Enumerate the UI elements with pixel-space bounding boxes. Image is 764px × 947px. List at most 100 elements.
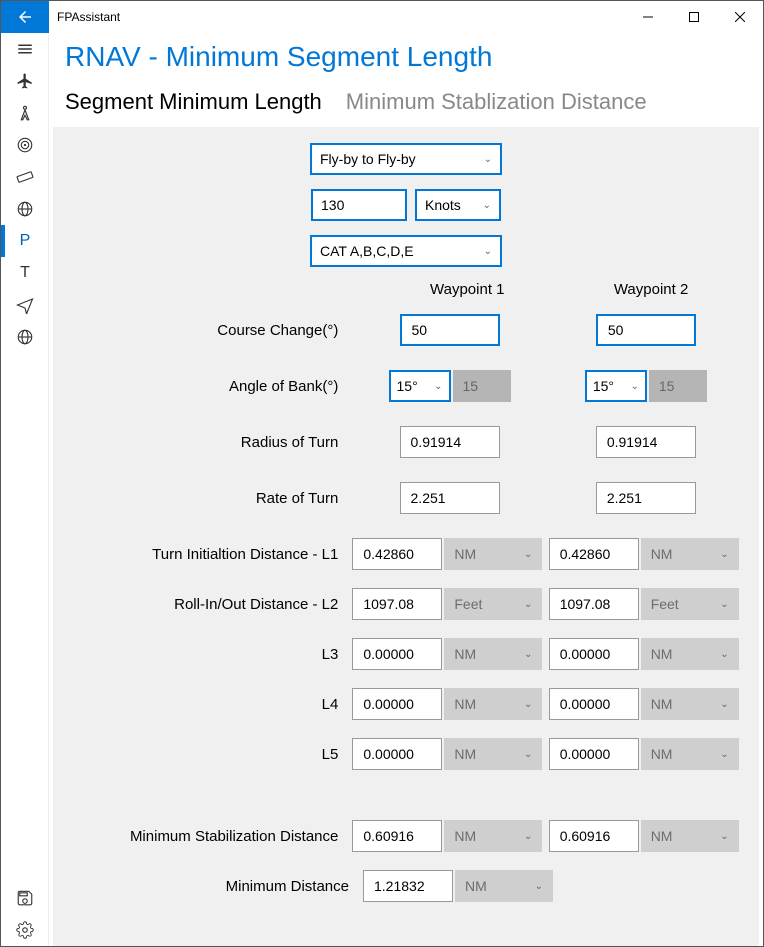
msd-wp1[interactable] — [352, 820, 442, 852]
l1-wp1-unit[interactable]: NM⌄ — [444, 538, 542, 570]
l1-wp1[interactable] — [352, 538, 442, 570]
l1-wp2[interactable] — [549, 538, 639, 570]
l3-wp2[interactable] — [549, 638, 639, 670]
chevron-down-icon: ⌄ — [720, 649, 728, 660]
chevron-down-icon: ⌄ — [535, 881, 543, 892]
label-angle-of-bank: Angle of Bank(°) — [69, 378, 350, 395]
minimize-button[interactable] — [625, 1, 671, 33]
l4-wp2[interactable] — [549, 688, 639, 720]
label-l5: L5 — [69, 746, 350, 763]
l3-wp1[interactable] — [352, 638, 442, 670]
l5-wp2-unit[interactable]: NM⌄ — [641, 738, 739, 770]
sidebar-item-target[interactable] — [1, 129, 49, 161]
sidebar-item-ruler[interactable] — [1, 161, 49, 193]
l2-wp2[interactable] — [549, 588, 639, 620]
letter-p-icon: P — [20, 232, 31, 250]
chevron-down-icon: ⌄ — [630, 381, 638, 392]
bank-wp1-value: 15° — [397, 378, 418, 394]
min-distance-value[interactable] — [363, 870, 453, 902]
close-button[interactable] — [717, 1, 763, 33]
back-button[interactable] — [1, 1, 49, 33]
l4-wp1-unit[interactable]: NM⌄ — [444, 688, 542, 720]
l3-wp2-unit[interactable]: NM⌄ — [641, 638, 739, 670]
l2-wp1-unit[interactable]: Feet⌄ — [444, 588, 542, 620]
chevron-down-icon: ⌄ — [524, 749, 532, 760]
sidebar-item-plane[interactable] — [1, 65, 49, 97]
rate-wp2[interactable] — [596, 482, 696, 514]
save-icon — [16, 889, 34, 907]
minimize-icon — [643, 12, 653, 22]
menu-button[interactable] — [1, 33, 49, 65]
maximize-icon — [689, 12, 699, 22]
chevron-down-icon: ⌄ — [720, 699, 728, 710]
radius-wp2[interactable] — [596, 426, 696, 458]
category-value: CAT A,B,C,D,E — [320, 243, 414, 259]
gear-icon — [16, 921, 34, 939]
label-l3: L3 — [69, 646, 350, 663]
titlebar: FPAssistant — [1, 1, 763, 33]
turn-type-select[interactable]: Fly-by to Fly-by ⌄ — [310, 143, 502, 175]
turn-type-value: Fly-by to Fly-by — [320, 151, 416, 167]
target-icon — [16, 136, 34, 154]
tab-min-stabilization-distance[interactable]: Minimum Stablization Distance — [346, 89, 647, 115]
sidebar-item-settings[interactable] — [1, 914, 49, 946]
label-course-change: Course Change(°) — [69, 322, 350, 339]
l5-wp2[interactable] — [549, 738, 639, 770]
sidebar-item-plane2[interactable] — [1, 289, 49, 321]
chevron-down-icon: ⌄ — [484, 246, 492, 257]
sidebar-item-globe2[interactable] — [1, 321, 49, 353]
sidebar-item-p[interactable]: P — [1, 225, 49, 257]
header-wp1: Waypoint 1 — [375, 281, 559, 298]
sidebar-item-save[interactable] — [1, 882, 49, 914]
l4-wp2-unit[interactable]: NM⌄ — [641, 688, 739, 720]
compass-person-icon — [16, 104, 34, 122]
plane-icon — [16, 72, 34, 90]
maximize-button[interactable] — [671, 1, 717, 33]
close-icon — [735, 12, 745, 22]
bank-wp2-select[interactable]: 15° ⌄ — [585, 370, 647, 402]
speed-unit-value: Knots — [425, 197, 461, 213]
sidebar-item-t[interactable]: T — [1, 257, 49, 289]
msd-wp2-unit[interactable]: NM⌄ — [641, 820, 739, 852]
radius-wp1[interactable] — [400, 426, 500, 458]
l2-wp2-unit[interactable]: Feet⌄ — [641, 588, 739, 620]
course-change-wp2[interactable] — [596, 314, 696, 346]
letter-t-icon: T — [20, 264, 30, 282]
chevron-down-icon: ⌄ — [483, 200, 491, 211]
speed-unit-select[interactable]: Knots ⌄ — [415, 189, 501, 221]
chevron-down-icon: ⌄ — [524, 549, 532, 560]
sidebar-item-globe1[interactable] — [1, 193, 49, 225]
l3-wp1-unit[interactable]: NM⌄ — [444, 638, 542, 670]
speed-input[interactable] — [311, 189, 407, 221]
label-l1: Turn Initialtion Distance - L1 — [69, 546, 350, 563]
chevron-down-icon: ⌄ — [524, 831, 532, 842]
l4-wp1[interactable] — [352, 688, 442, 720]
msd-wp1-unit[interactable]: NM⌄ — [444, 820, 542, 852]
ruler-icon — [16, 168, 34, 186]
l1-wp2-unit[interactable]: NM⌄ — [641, 538, 739, 570]
globe-icon — [16, 328, 34, 346]
label-rate-of-turn: Rate of Turn — [69, 490, 350, 507]
label-radius-of-turn: Radius of Turn — [69, 434, 350, 451]
min-distance-unit[interactable]: NM⌄ — [455, 870, 553, 902]
chevron-down-icon: ⌄ — [720, 749, 728, 760]
tab-segment-min-length[interactable]: Segment Minimum Length — [65, 89, 322, 115]
course-change-wp1[interactable] — [400, 314, 500, 346]
tabs: Segment Minimum Length Minimum Stablizat… — [49, 89, 763, 127]
content: RNAV - Minimum Segment Length Segment Mi… — [49, 33, 763, 946]
sidebar-item-compass[interactable] — [1, 97, 49, 129]
l2-wp1[interactable] — [352, 588, 442, 620]
chevron-down-icon: ⌄ — [720, 599, 728, 610]
category-select[interactable]: CAT A,B,C,D,E ⌄ — [310, 235, 502, 267]
bank-wp1-select[interactable]: 15° ⌄ — [389, 370, 451, 402]
l5-wp1-unit[interactable]: NM⌄ — [444, 738, 542, 770]
chevron-down-icon: ⌄ — [524, 649, 532, 660]
globe-icon — [16, 200, 34, 218]
bank-wp2-disabled: 15 — [649, 370, 707, 402]
chevron-down-icon: ⌄ — [720, 549, 728, 560]
hamburger-icon — [16, 40, 34, 58]
rate-wp1[interactable] — [400, 482, 500, 514]
msd-wp2[interactable] — [549, 820, 639, 852]
l5-wp1[interactable] — [352, 738, 442, 770]
chevron-down-icon: ⌄ — [434, 381, 442, 392]
